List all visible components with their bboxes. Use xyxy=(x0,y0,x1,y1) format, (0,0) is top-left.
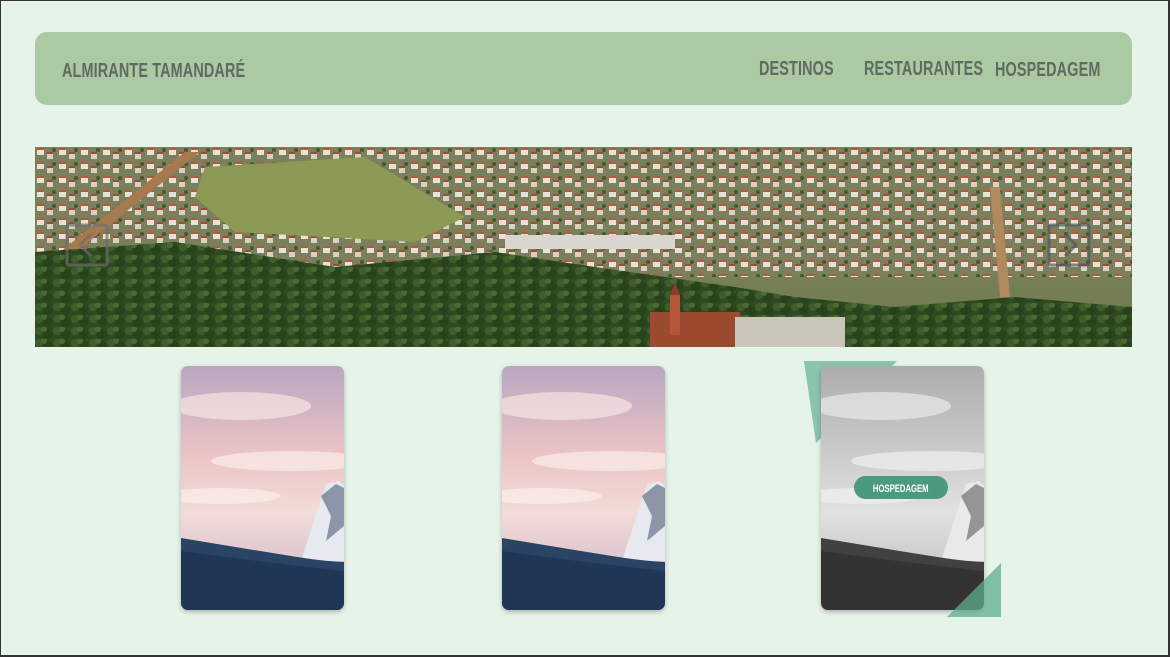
destination-card[interactable] xyxy=(181,366,344,610)
mountain-sunset-image xyxy=(181,366,344,610)
chevron-left-icon[interactable] xyxy=(65,223,109,267)
hero-carousel xyxy=(35,147,1132,347)
hospedagem-badge-button[interactable]: HOSPEDAGEM xyxy=(854,476,948,499)
city-panorama-image xyxy=(35,147,1132,347)
decor-triangle-bottom xyxy=(947,563,1001,617)
badge-label: HOSPEDAGEM xyxy=(873,483,929,495)
top-navbar: ALMIRANTE TAMANDARÉ DESTINOS RESTAURANTE… xyxy=(35,32,1132,105)
nav-destinos[interactable]: DESTINOS xyxy=(759,58,834,81)
mountain-sunset-image xyxy=(502,366,665,610)
restaurant-card[interactable] xyxy=(502,366,665,610)
site-brand[interactable]: ALMIRANTE TAMANDARÉ xyxy=(62,60,245,83)
chevron-right-icon[interactable] xyxy=(1047,223,1091,267)
nav-restaurantes[interactable]: RESTAURANTES xyxy=(864,58,983,81)
nav-hospedagem[interactable]: HOSPEDAGEM xyxy=(995,59,1100,82)
